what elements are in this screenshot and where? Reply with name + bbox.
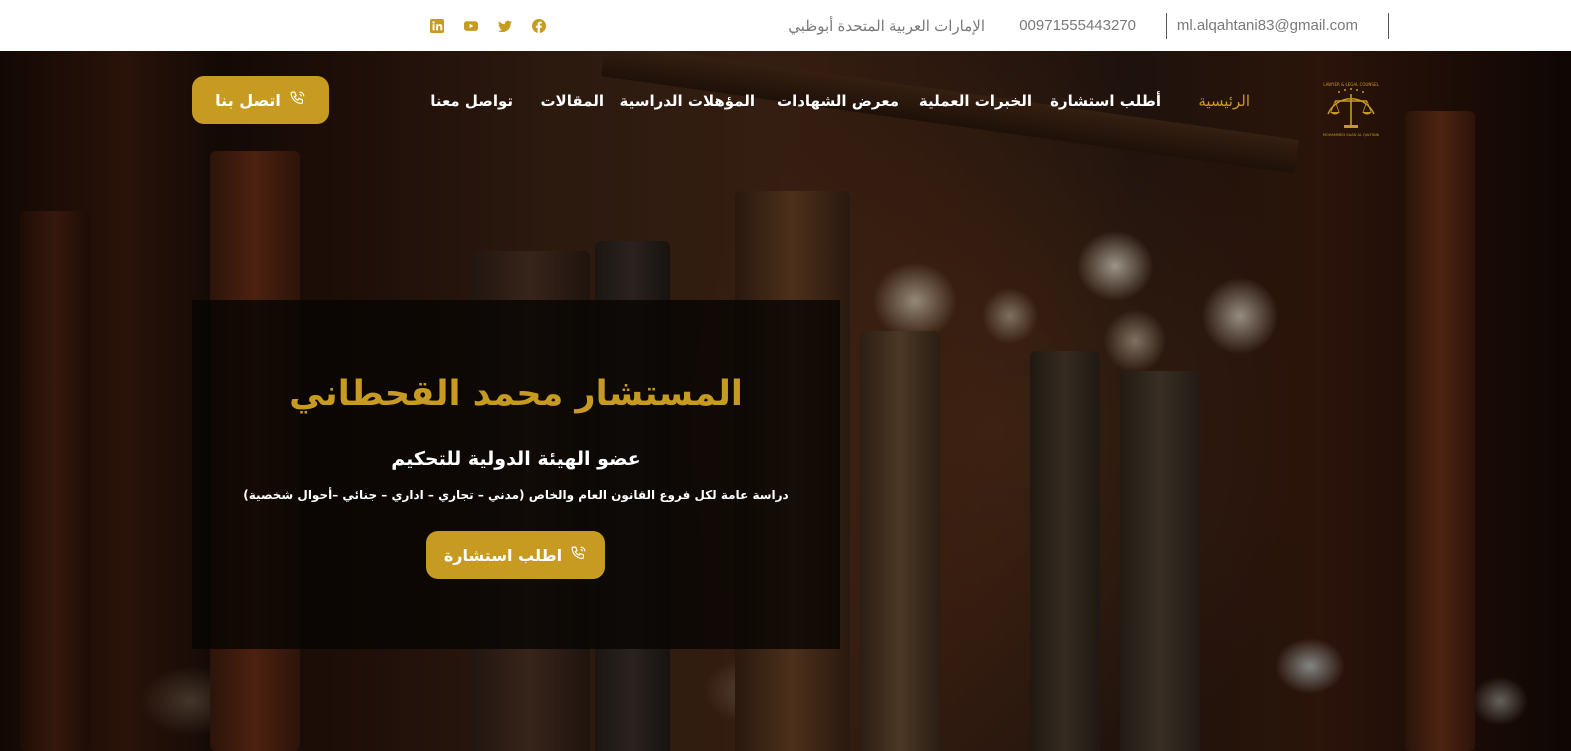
nav-item-experience[interactable]: الخبرات العملية: [919, 88, 1032, 114]
location-text: الإمارات العربية المتحدة أبوظبي: [788, 17, 985, 35]
logo-bottom-text: MOHAMMED SAAD AL QAHTANI: [1323, 133, 1379, 137]
phone-link[interactable]: 00971555443270: [1019, 0, 1136, 51]
social-links: [430, 0, 546, 51]
contact-us-label: اتصل بنا: [215, 90, 281, 110]
hero-card: المستشار محمد القحطاني عضو الهيئة الدولي…: [192, 300, 840, 649]
hero-title: المستشار محمد القحطاني: [289, 374, 743, 414]
nav-item-certificates[interactable]: معرض الشهادات: [777, 88, 899, 114]
hero-description: دراسة عامة لكل فروع القانون العام والخاص…: [243, 488, 789, 502]
request-consultation-label: اطلب استشارة: [443, 545, 563, 565]
nav-link-certificates[interactable]: معرض الشهادات: [777, 92, 899, 110]
logo-top-text: LAWYER & LEGAL COUNSEL: [1323, 82, 1379, 87]
contact-us-button[interactable]: اتصل بنا: [192, 76, 329, 124]
nav-link-qualifications[interactable]: المؤهلات الدراسية: [619, 92, 755, 110]
twitter-icon[interactable]: [498, 19, 512, 33]
nav-link-home[interactable]: الرئيسية: [1198, 92, 1250, 110]
nav-item-request-consultation[interactable]: أطلب استشارة: [1050, 88, 1161, 114]
nav-link-contact[interactable]: تواصل معنا: [430, 92, 513, 110]
request-consultation-button[interactable]: اطلب استشارة: [426, 531, 605, 579]
nav-link-experience[interactable]: الخبرات العملية: [919, 92, 1032, 110]
phone-icon: [289, 90, 306, 111]
divider: [1388, 13, 1389, 39]
nav-item-home[interactable]: الرئيسية: [1198, 88, 1250, 114]
email-link[interactable]: ml.alqahtani83@gmail.com: [1177, 0, 1358, 51]
site-logo[interactable]: LAWYER & LEGAL COUNSEL MOHAMMED SAAD AL …: [1314, 74, 1388, 140]
nav-item-articles[interactable]: المقالات: [540, 88, 604, 114]
linkedin-icon[interactable]: [430, 18, 444, 33]
nav-item-qualifications[interactable]: المؤهلات الدراسية: [619, 88, 755, 114]
top-contact-bar: ml.alqahtani83@gmail.com 00971555443270 …: [0, 0, 1571, 51]
phone-icon: [570, 545, 587, 566]
divider: [1166, 13, 1167, 39]
nav-item-contact[interactable]: تواصل معنا: [430, 88, 513, 114]
youtube-icon[interactable]: [464, 19, 478, 33]
nav-link-request-consultation[interactable]: أطلب استشارة: [1050, 92, 1161, 110]
nav-link-articles[interactable]: المقالات: [540, 92, 604, 110]
facebook-icon[interactable]: [532, 18, 546, 33]
hero-subtitle: عضو الهيئة الدولية للتحكيم: [391, 448, 641, 470]
